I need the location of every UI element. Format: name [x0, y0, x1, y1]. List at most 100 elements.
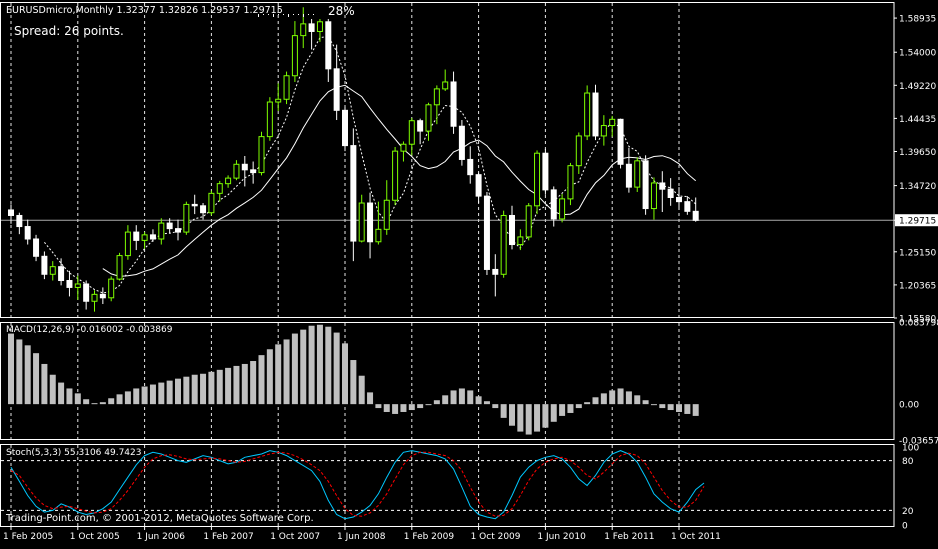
stoch-axis-label: 100	[902, 444, 919, 454]
price-axis-label: 1.34720	[899, 182, 936, 192]
candle-body	[609, 118, 616, 127]
candle-body	[325, 21, 332, 70]
macd-histogram-bar	[425, 404, 432, 406]
macd-histogram-bar	[509, 404, 515, 426]
macd-histogram-bar	[108, 398, 115, 405]
candle	[584, 85, 591, 141]
candle	[124, 225, 131, 260]
candle	[283, 71, 290, 105]
candle	[467, 146, 474, 184]
candle-body	[408, 120, 415, 145]
candle	[24, 219, 31, 245]
time-axis-label: 1 Feb 2005	[3, 532, 53, 542]
macd-histogram-bar	[475, 396, 482, 405]
candle-body	[358, 202, 365, 242]
candle-body	[483, 195, 490, 270]
candle-body	[133, 231, 140, 241]
macd-histogram-bar	[433, 400, 440, 405]
candle-body	[617, 118, 624, 165]
candle-body	[16, 214, 23, 228]
candle-body	[83, 283, 90, 302]
macd-histogram-bar	[66, 388, 73, 405]
candle-body	[99, 293, 106, 299]
candle-body	[183, 203, 190, 233]
candle-body	[350, 145, 357, 242]
macd-histogram-bar	[74, 393, 81, 405]
candle-body	[625, 163, 632, 188]
macd-histogram-bar	[392, 404, 399, 414]
macd-axis-label: 0.00	[899, 401, 919, 411]
candle-body	[191, 203, 198, 207]
candle	[99, 287, 106, 305]
candle-body	[124, 231, 131, 257]
macd-histogram-bar	[517, 404, 524, 432]
progress-tick	[313, 14, 314, 15]
candle	[275, 83, 282, 112]
stoch-label: Stoch(5,3,3) 55.3106 49.7423	[6, 448, 142, 458]
candle	[325, 19, 332, 82]
time-axis-label: 1 Oct 2007	[270, 532, 320, 542]
time-axis-label: 1 Jun 2008	[337, 532, 386, 542]
candle	[266, 97, 273, 141]
candle-body	[659, 182, 666, 190]
candle-body	[108, 278, 115, 299]
macd-histogram-bar	[592, 397, 599, 405]
macd-histogram-bar	[91, 403, 98, 405]
candle	[600, 115, 607, 146]
candle	[316, 19, 323, 42]
macd-histogram-bar	[417, 404, 424, 409]
time-axis-label: 1 Feb 2009	[404, 532, 455, 542]
macd-histogram-bar	[625, 391, 632, 405]
macd-histogram-bar	[316, 324, 323, 405]
macd-histogram-bar	[575, 404, 582, 409]
candle	[417, 118, 424, 145]
time-axis-label: 1 Oct 2009	[471, 532, 521, 542]
candle	[250, 161, 257, 184]
candle-body	[600, 125, 607, 137]
macd-histogram-bar	[158, 382, 165, 405]
candle-body	[467, 158, 474, 176]
candle	[525, 203, 532, 241]
chart-canvas[interactable]: 1.58935 1.54000 1.49220 1.44435 1.39650 1.347…	[0, 0, 938, 545]
candle-body	[509, 214, 515, 246]
trading-chart[interactable]: 1.58935 1.54000 1.49220 1.44435 1.39650 1.347…	[0, 0, 938, 545]
macd-histogram-bar	[149, 384, 156, 405]
candle	[33, 234, 40, 262]
progress-tick	[283, 14, 284, 15]
candle-body	[74, 283, 81, 288]
candle-body	[559, 198, 566, 220]
candle-body	[333, 68, 340, 111]
macd-histogram-bar	[308, 325, 315, 405]
macd-histogram-bar	[16, 339, 23, 405]
progress-tick	[303, 14, 304, 17]
candle-body	[684, 201, 691, 212]
candle	[158, 218, 165, 245]
candle	[483, 191, 490, 275]
macd-histogram-bar	[609, 390, 616, 405]
stoch-axis-label: 80	[902, 457, 914, 467]
candle-body	[116, 255, 123, 280]
macd-histogram-bar	[458, 388, 465, 405]
macd-histogram-bar	[49, 374, 56, 405]
candle	[667, 178, 674, 206]
progress-tick	[308, 14, 309, 15]
stoch-signal-line	[10, 451, 705, 517]
candle-body	[542, 152, 549, 191]
price-axis-label: 1.25150	[899, 248, 936, 258]
candle	[116, 252, 123, 281]
candle-body	[575, 135, 582, 167]
spread-label: Spread: 26 points.	[14, 24, 124, 38]
candle	[291, 21, 298, 82]
candle-body	[692, 210, 699, 221]
macd-histogram-bar	[634, 395, 641, 405]
candle	[676, 187, 682, 210]
candle-body	[525, 205, 532, 238]
macd-histogram-bar	[208, 371, 215, 405]
candle-body	[400, 143, 407, 152]
candle-body	[158, 222, 165, 240]
candle	[509, 205, 515, 250]
candle-body	[375, 228, 382, 243]
candle-body	[266, 101, 273, 138]
candle	[433, 85, 440, 125]
macd-histogram-bar	[275, 344, 282, 405]
